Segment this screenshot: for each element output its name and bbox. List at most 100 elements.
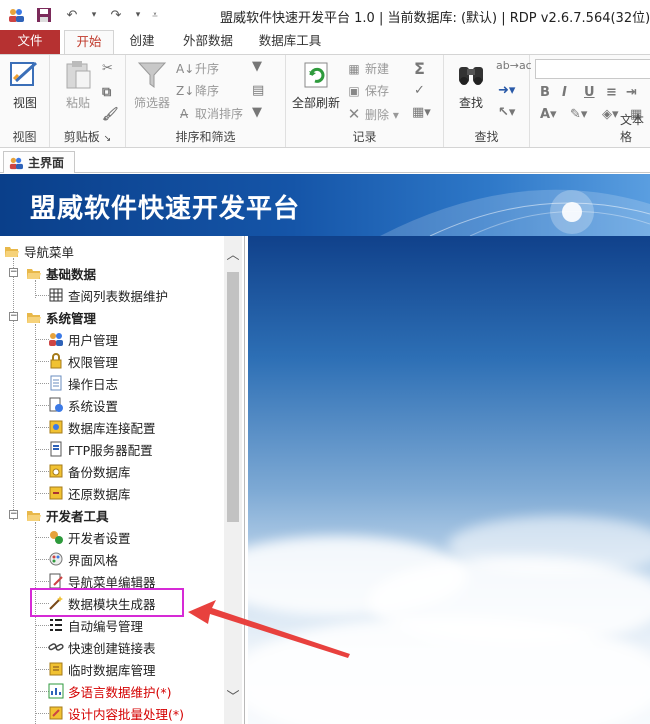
advanced-filter-icon[interactable]: ▤ [252,83,264,98]
goto-icon[interactable]: ➜▾ [498,83,515,98]
settings-doc-icon [49,397,63,412]
more-records-icon[interactable]: ▦▾ [412,105,431,120]
language-chart-icon [48,683,64,699]
tree-item-user-management[interactable]: 用户管理 [48,328,118,350]
tree-item-lookup-list[interactable]: 查阅列表数据维护 [48,284,168,306]
binoculars-icon [459,67,483,85]
undo-icon[interactable]: ↶ [62,5,82,25]
spelling-icon[interactable]: ✓ [414,83,425,98]
indent-icon[interactable]: ⇥ [626,85,637,100]
sort-asc-icon: A↓ [176,62,195,76]
scroll-down-icon[interactable]: ﹀ [224,688,242,708]
save-record-button[interactable]: ▣ 保存 [346,81,389,101]
app-users-icon[interactable] [6,5,26,25]
tree-item-ftp-config[interactable]: FTP服务器配置 [48,438,153,460]
group-view: 视图 视图 [0,55,50,147]
font-name-box[interactable] [535,59,650,79]
bold-icon[interactable]: B [540,85,550,100]
new-record-icon: ▦ [348,62,360,76]
server-icon [50,441,62,457]
tree-group-basic-data[interactable]: 基础数据 [26,262,96,284]
scroll-up-icon[interactable]: ︿ [224,246,242,266]
totals-icon[interactable]: Σ [414,59,425,78]
view-button[interactable]: 视图 [3,59,47,111]
format-painter-icon[interactable]: 🖌 [102,107,119,122]
dev-settings-icon [50,531,63,544]
title-bar: ↶ ▾ ↷ ▾ ⩡ 盟威软件快速开发平台 1.0 | 当前数据库: (默认) |… [0,0,650,30]
selection-filter-icon[interactable]: ▼ [252,59,262,74]
tree-item-system-settings[interactable]: 系统设置 [48,394,118,416]
numbered-list-icon [50,619,62,631]
tree-item-ui-style[interactable]: 界面风格 [48,548,118,570]
tree-item-multilanguage[interactable]: 多语言数据维护(*) [48,680,172,702]
highlight-box [30,588,184,617]
tab-home[interactable]: 开始 [64,30,114,54]
tree-item-batch-design[interactable]: 设计内容批量处理(*) [48,702,184,724]
replace-icon[interactable]: ab→ac [496,59,532,72]
cut-icon[interactable]: ✂ [102,61,113,76]
folder-open-icon [5,247,19,257]
expander-basic-data[interactable]: − [9,268,18,277]
scrollbar-thumb[interactable] [227,272,239,522]
delete-record-button[interactable]: ✕ 删除 ▾ [346,104,399,124]
sort-desc-button[interactable]: Z↓降序 [176,81,219,101]
save-record-icon: ▣ [348,84,360,98]
group-label-clipboard: 剪贴板 ↘ [63,130,112,144]
highlight-color-icon[interactable]: ✎▾ [570,107,587,122]
underline-icon[interactable]: U [584,85,595,100]
tree-item-db-connection[interactable]: 数据库连接配置 [48,416,156,438]
find-button[interactable]: 查找 [449,59,493,111]
tree-item-operation-log[interactable]: 操作日志 [48,372,118,394]
group-label-find: 查找 [474,130,499,144]
italic-icon[interactable]: I [562,85,567,100]
group-records: 全部刷新 ▦ 新建 ▣ 保存 ✕ 删除 ▾ Σ ✓ ▦▾ 记录 [286,55,444,147]
refresh-all-button[interactable]: 全部刷新 [290,59,342,111]
view-icon [10,61,38,86]
tab-main-interface[interactable]: 主界面 [3,151,75,173]
group-sort-filter: 筛选器 A↓升序 Z↓降序 A̶ 取消排序 ▼ ▤ ▼ 排序和筛选 [126,55,286,147]
fill-color-icon[interactable]: ◈▾ [602,107,619,122]
new-record-button[interactable]: ▦ 新建 [346,59,389,79]
tree-item-backup-db[interactable]: 备份数据库 [48,460,131,482]
customize-qat-icon[interactable]: ⩡ [150,5,160,25]
group-label-view: 视图 [12,130,37,144]
filter-button[interactable]: 筛选器 [130,59,174,111]
tree-root[interactable]: 导航菜单 [4,240,74,262]
window-title: 盟威软件快速开发平台 1.0 | 当前数据库: (默认) | RDP v2.6.… [220,11,650,26]
tree-item-permission-management[interactable]: 权限管理 [48,350,118,372]
tree-group-developer-tools[interactable]: 开发者工具 [26,504,109,526]
tab-external-data[interactable]: 外部数据 [172,30,244,54]
batch-edit-icon [49,706,63,720]
expander-system-management[interactable]: − [9,312,18,321]
document-icon [50,375,62,391]
temp-db-icon [49,662,63,676]
clear-sort-button[interactable]: A̶ 取消排序 [176,104,243,124]
sort-asc-button[interactable]: A↓升序 [176,59,219,79]
redo-icon[interactable]: ↷ [106,5,126,25]
select-icon[interactable]: ↖▾ [498,105,515,120]
palette-icon [49,552,63,566]
font-color-icon[interactable]: A▾ [540,107,557,122]
save-icon[interactable] [34,5,54,25]
tab-create[interactable]: 创建 [118,30,166,54]
expander-developer-tools[interactable]: − [9,510,18,519]
tree-item-auto-number[interactable]: 自动编号管理 [48,614,143,636]
tree-group-system-management[interactable]: 系统管理 [26,306,96,328]
group-label-text: 文本格 [620,113,645,144]
tree-item-developer-settings[interactable]: 开发者设置 [48,526,131,548]
tree-item-quick-link-table[interactable]: 快速创建链接表 [48,636,156,658]
align-icon[interactable]: ≡ [606,85,617,100]
lock-icon [50,353,62,369]
refresh-icon [304,62,328,88]
tree-item-restore-db[interactable]: 还原数据库 [48,482,131,504]
redo-dropdown-icon[interactable]: ▾ [134,5,142,25]
tab-file[interactable]: 文件 [0,30,60,54]
tab-database-tools[interactable]: 数据库工具 [250,30,330,54]
undo-dropdown-icon[interactable]: ▾ [90,5,98,25]
paste-button[interactable]: 粘贴 [56,59,100,111]
clipboard-launcher-icon[interactable]: ↘ [104,134,112,144]
copy-icon[interactable]: ⧉ [102,85,111,100]
ribbon-tab-bar: 文件 开始 创建 外部数据 数据库工具 [0,30,650,54]
toggle-filter-icon[interactable]: ▼ [252,105,262,120]
tree-item-temp-db-management[interactable]: 临时数据库管理 [48,658,156,680]
